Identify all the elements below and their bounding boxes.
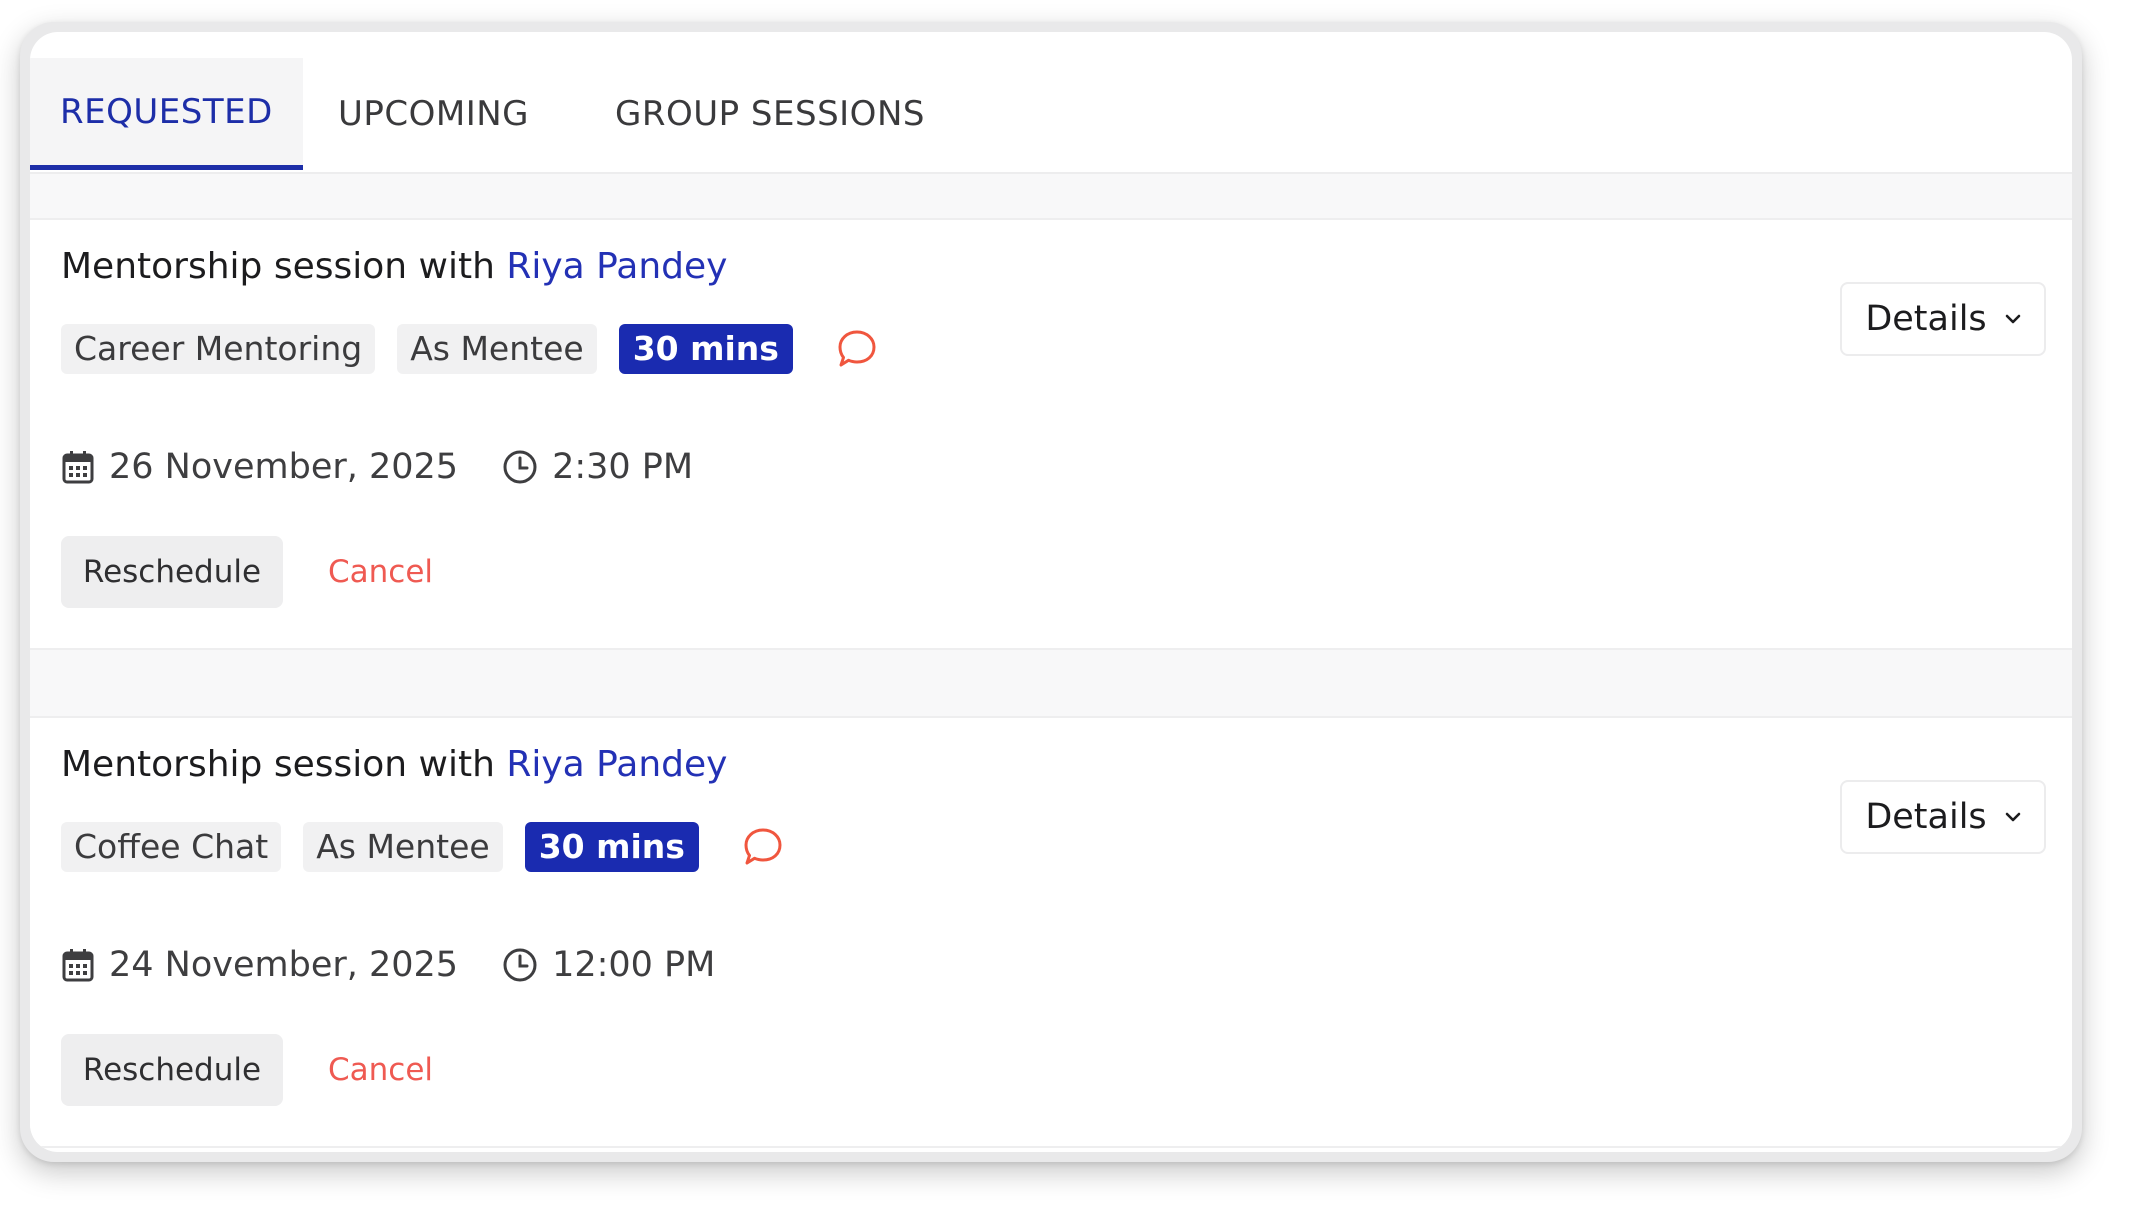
session-title: Mentorship session with Riya Pandey [61, 246, 727, 287]
session-title-prefix: Mentorship session with [61, 744, 507, 785]
chat-bubble-icon[interactable] [741, 825, 785, 869]
duration-badge: 30 mins [618, 324, 793, 374]
reschedule-button[interactable]: Reschedule [61, 1034, 283, 1106]
session-type-tag: Career Mentoring [61, 324, 376, 374]
session-time: 2:30 PM [552, 447, 694, 487]
calendar-icon [62, 949, 94, 982]
role-tag: As Mentee [397, 324, 597, 374]
tab-bar: REQUESTED UPCOMING GROUP SESSIONS [30, 32, 2072, 174]
session-date: 26 November, 2025 [109, 447, 459, 487]
cancel-button[interactable]: Cancel [328, 1034, 433, 1106]
session-card: Mentorship session with Riya Pandey Care… [30, 218, 2072, 650]
tab-requested[interactable]: REQUESTED [30, 58, 303, 170]
session-schedule: 26 November, 2025 2:30 PM [61, 442, 693, 492]
session-type-tag: Coffee Chat [61, 822, 282, 872]
tab-upcoming[interactable]: UPCOMING [338, 58, 529, 170]
details-label: Details [1865, 797, 1987, 837]
details-dropdown[interactable]: Details [1840, 780, 2046, 854]
cancel-button[interactable]: Cancel [328, 536, 433, 608]
sessions-panel: REQUESTED UPCOMING GROUP SESSIONS Mentor… [30, 32, 2072, 1152]
session-schedule: 24 November, 2025 12:00 PM [61, 940, 715, 990]
chevron-down-icon [2005, 314, 2020, 324]
reschedule-button[interactable]: Reschedule [61, 536, 283, 608]
session-title-prefix: Mentorship session with [61, 246, 507, 287]
session-tags: Coffee Chat As Mentee 30 mins [61, 822, 785, 872]
chevron-down-icon [2005, 812, 2020, 822]
tab-group-sessions[interactable]: GROUP SESSIONS [615, 58, 925, 170]
chat-bubble-icon[interactable] [835, 327, 879, 371]
session-card: Mentorship session with Riya Pandey Coff… [30, 716, 2072, 1148]
session-time: 12:00 PM [552, 945, 716, 985]
window-frame: REQUESTED UPCOMING GROUP SESSIONS Mentor… [20, 22, 2082, 1162]
duration-badge: 30 mins [524, 822, 699, 872]
role-tag: As Mentee [303, 822, 503, 872]
calendar-icon [62, 451, 94, 484]
list-gap [30, 650, 2072, 716]
clock-icon [503, 450, 537, 484]
list-gap [30, 174, 2072, 218]
session-title: Mentorship session with Riya Pandey [61, 744, 727, 785]
details-label: Details [1865, 299, 1987, 339]
mentor-name-link[interactable]: Riya Pandey [506, 744, 727, 785]
details-dropdown[interactable]: Details [1840, 282, 2046, 356]
session-date: 24 November, 2025 [109, 945, 459, 985]
session-tags: Career Mentoring As Mentee 30 mins [61, 324, 879, 374]
mentor-name-link[interactable]: Riya Pandey [506, 246, 727, 287]
clock-icon [503, 948, 537, 982]
